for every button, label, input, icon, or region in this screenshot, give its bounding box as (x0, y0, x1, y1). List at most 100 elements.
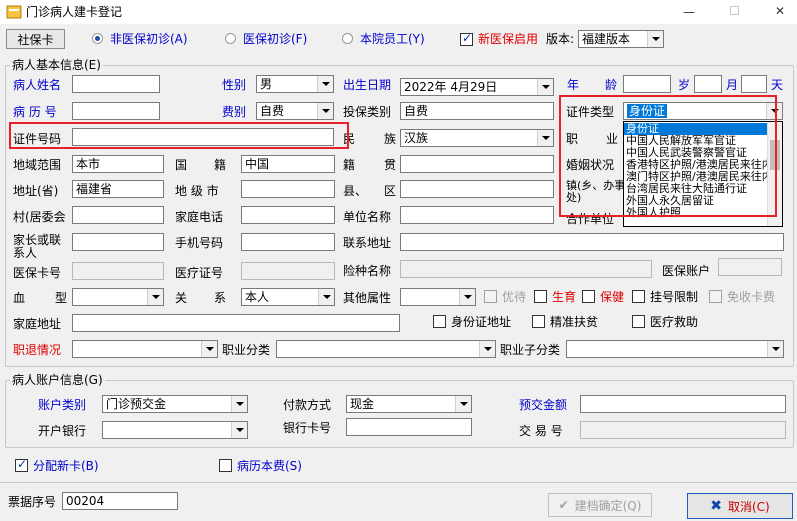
record-fee-checkbox[interactable] (219, 459, 232, 472)
chevron-down-icon (537, 79, 553, 95)
reg-limit-checkbox[interactable] (632, 290, 645, 303)
insure-account-input[interactable] (718, 258, 782, 276)
mobile-label: 手机号码 (175, 236, 224, 250)
minimize-icon[interactable]: — (683, 5, 695, 19)
record-no-input[interactable] (72, 102, 160, 120)
native-label: 籍 (343, 158, 356, 172)
province-input[interactable]: 福建省 (72, 180, 164, 198)
id-addr-label: 身份证地址 (451, 315, 512, 329)
marriage-label: 婚姻状况 (566, 158, 615, 172)
bank-select[interactable] (102, 421, 248, 439)
id-type-option[interactable]: 外国人护照 (624, 207, 767, 219)
employer-label: 单位名称 (343, 210, 392, 224)
age-days-input[interactable] (741, 75, 767, 93)
gender-label: 性别 (222, 78, 247, 92)
cooperate-label: 合作单位 (566, 212, 615, 226)
employer-input[interactable] (400, 206, 554, 224)
bank-card-label: 银行卡号 (283, 421, 332, 435)
radio-insured-label[interactable]: 医保初诊(F) (243, 32, 307, 46)
reg-limit-label: 挂号限制 (650, 290, 699, 304)
birth-date-picker[interactable]: 2022年 4月29日 (400, 78, 554, 96)
nationality-input[interactable]: 中国 (241, 155, 335, 173)
insure-card-input[interactable] (72, 262, 164, 280)
home-phone-input[interactable] (241, 206, 335, 224)
scrollbar-thumb[interactable] (770, 140, 780, 170)
age-months-input[interactable] (694, 75, 722, 93)
pay-method-select[interactable]: 现金 (346, 395, 472, 413)
health-care-checkbox[interactable] (582, 290, 595, 303)
other-attr-select[interactable] (400, 288, 476, 306)
radio-non-insured-label[interactable]: 非医保初诊(A) (110, 32, 188, 46)
title-bar: 门诊病人建卡登记 — ☐ ✕ (0, 0, 797, 24)
id-type-list[interactable]: 身份证中国人民解放军军官证中国人民武装警察警官证香港特区护照/港澳居民来往内地通… (624, 123, 782, 219)
county-input[interactable] (400, 180, 554, 198)
blood-label: 血 (13, 291, 26, 305)
version-select[interactable]: 福建版本 (578, 30, 664, 48)
free-card-fee-checkbox[interactable] (709, 290, 722, 303)
native-input[interactable] (400, 155, 554, 173)
insure-type-input[interactable]: 自费 (400, 102, 554, 120)
prepay-input[interactable] (580, 395, 786, 413)
health-care-label: 保健 (600, 290, 625, 304)
village-input[interactable] (72, 206, 164, 224)
assign-card-label[interactable]: 分配新卡(B) (33, 459, 99, 473)
trans-input[interactable] (580, 421, 786, 439)
blood-select[interactable] (72, 288, 164, 306)
medical-cert-input[interactable] (241, 262, 335, 280)
contact-addr-input[interactable] (400, 233, 784, 251)
id-type-dropdown[interactable]: 身份证中国人民解放军军官证中国人民武装警察警官证香港特区护照/港澳居民来往内地通… (623, 121, 783, 227)
assign-card-checkbox[interactable] (15, 457, 28, 472)
birth-check-label: 生育 (552, 290, 577, 304)
mobile-input[interactable] (241, 233, 335, 251)
retire-select[interactable] (72, 340, 218, 358)
acct-type-label: 账户类别 (38, 398, 87, 412)
name-input[interactable] (72, 75, 160, 93)
chevron-down-icon (455, 396, 471, 412)
dropdown-scrollbar[interactable] (767, 122, 782, 226)
new-insurance-label[interactable]: 新医保启用 (478, 32, 538, 46)
id-type-select[interactable]: 身份证 (623, 102, 783, 120)
chevron-down-icon (459, 289, 475, 305)
age-day-unit: 天 (771, 78, 784, 92)
radio-insured[interactable] (225, 33, 236, 44)
guardian-input[interactable] (72, 233, 164, 251)
bank-card-input[interactable] (346, 418, 472, 436)
id-type-label: 证件类型 (566, 105, 615, 119)
ethnic-select[interactable]: 汉族 (400, 129, 554, 147)
medical-aid-checkbox[interactable] (632, 315, 645, 328)
app-icon (6, 5, 22, 19)
close-icon[interactable]: ✕ (775, 4, 785, 18)
receipt-input[interactable]: 00204 (62, 492, 178, 510)
fee-type-select[interactable]: 自费 (256, 102, 334, 120)
insure-name-input[interactable] (400, 260, 652, 278)
gender-select[interactable]: 男 (256, 75, 334, 93)
ethnic-label-2: 族 (384, 132, 397, 146)
birth-checkbox[interactable] (534, 290, 547, 303)
radio-non-insured[interactable] (92, 33, 103, 44)
maximize-icon[interactable]: ☐ (729, 4, 740, 18)
acct-type-select[interactable]: 门诊预交金 (102, 395, 248, 413)
new-insurance-checkbox[interactable] (460, 31, 473, 46)
chevron-down-icon (317, 76, 333, 92)
region-input[interactable]: 本市 (72, 155, 164, 173)
record-fee-label[interactable]: 病历本费(S) (237, 459, 302, 473)
cancel-button[interactable]: ✖ 取消(C) (687, 493, 793, 519)
poverty-checkbox[interactable] (532, 315, 545, 328)
confirm-button[interactable]: ✔ 建档确定(Q) (548, 493, 652, 517)
social-card-button[interactable]: 社保卡 (6, 29, 65, 49)
chevron-down-icon (647, 31, 663, 47)
city-input[interactable] (241, 180, 335, 198)
home-addr-input[interactable] (72, 314, 400, 332)
insure-account-label: 医保账户 (662, 264, 711, 278)
preferential-checkbox[interactable] (484, 290, 497, 303)
radio-staff[interactable] (342, 33, 353, 44)
relation-select[interactable]: 本人 (241, 288, 335, 306)
id-addr-checkbox[interactable] (433, 315, 446, 328)
id-no-input[interactable] (72, 128, 334, 146)
radio-staff-label[interactable]: 本院员工(Y) (360, 32, 425, 46)
county-label-2: 区 (384, 184, 397, 198)
job-category-select[interactable] (276, 340, 496, 358)
age-years-input[interactable] (623, 75, 671, 93)
county-label: 县、 (343, 184, 368, 198)
job-sub-select[interactable] (566, 340, 784, 358)
